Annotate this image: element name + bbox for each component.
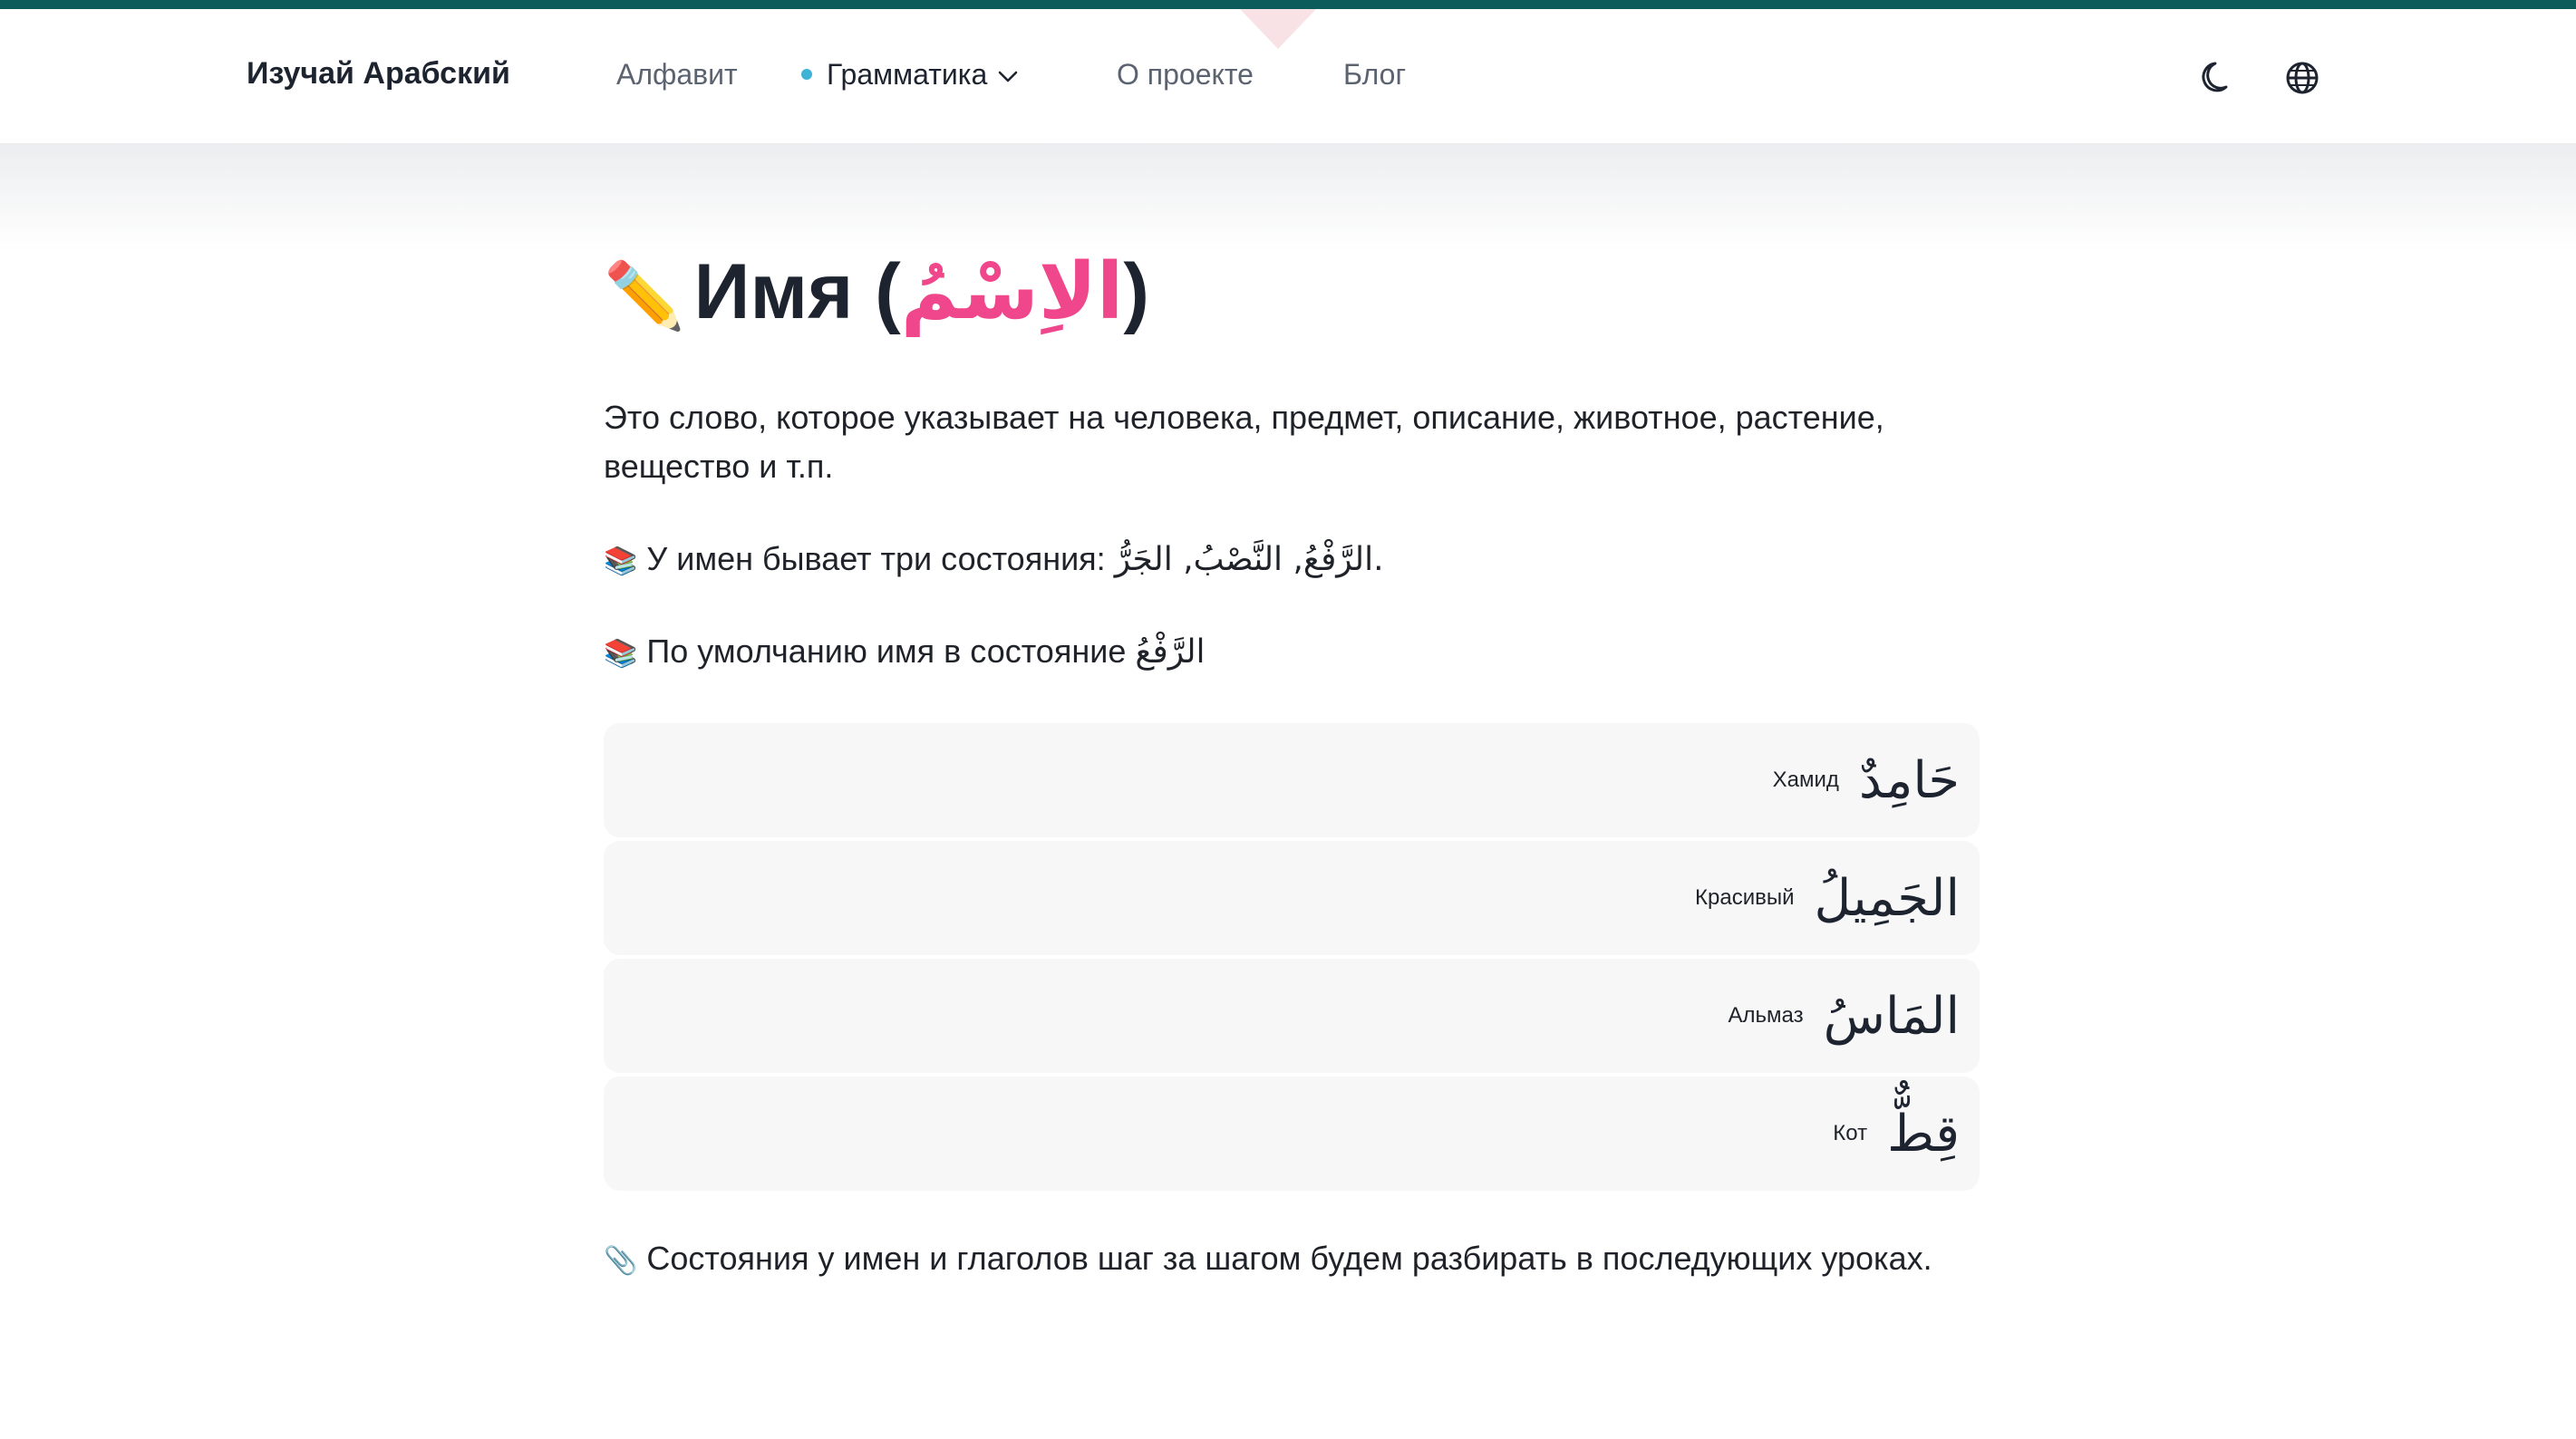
example-translation: Хамид [1772,768,1839,792]
intro-text: Это слово, которое указывает на человека… [604,399,1884,485]
example-arabic: حَامِدٌ [1858,750,1960,810]
paperclip-icon: 📎 [604,1246,638,1276]
example-arabic: قِطٌّ [1887,1104,1960,1164]
nav-item-grammar[interactable]: Грамматика [801,58,1018,92]
brand-logo[interactable]: Изучай Арабский [247,56,510,92]
pencil-icon: ✏️ [604,260,685,333]
moon-icon[interactable] [2199,58,2239,98]
examples-table: Хамид حَامِدٌ Красивый الجَمِيلُ Альмаз … [604,723,1980,1194]
page-title: ✏️ Имя (الاِسْمُ) [604,246,1149,337]
nav-item-grammar-label: Грамматика [827,58,988,91]
nav-item-alphabet[interactable]: Алфавит [616,58,738,92]
globe-icon[interactable] [2282,58,2322,98]
example-translation: Альмаз [1728,1003,1804,1028]
example-row: Кот قِطٌّ [604,1077,1980,1191]
books-icon: 📚 [604,639,638,669]
books-icon: 📚 [604,546,638,576]
states-text: 📚 У имен бывает три состояния: الرَّفْعُ,… [604,540,1384,578]
example-row: Красивый الجَمِيلُ [604,841,1980,955]
active-dot-icon [801,68,812,80]
example-translation: Кот [1833,1121,1868,1145]
top-accent-bar [0,0,2576,9]
chevron-down-icon [998,71,1018,82]
example-row: Альмаз المَاسُ [604,959,1980,1073]
nav-item-blog[interactable]: Блог [1343,58,1406,92]
example-arabic: المَاسُ [1823,986,1960,1046]
example-arabic: الجَمِيلُ [1814,868,1960,928]
title-arabic: الاِسْمُ [900,246,1124,337]
nav-item-about[interactable]: О проекте [1117,58,1254,92]
example-translation: Красивый [1695,885,1795,910]
note-text: 📎 Состояния у имен и глаголов шаг за шаго… [604,1240,1932,1277]
header-shadow [0,143,2576,252]
example-row: Хамид حَامِدٌ [604,723,1980,837]
decorative-notch [1240,9,1316,49]
default-state-text: 📚 По умолчанию имя в состояние الرَّفْعُ [604,633,1206,671]
